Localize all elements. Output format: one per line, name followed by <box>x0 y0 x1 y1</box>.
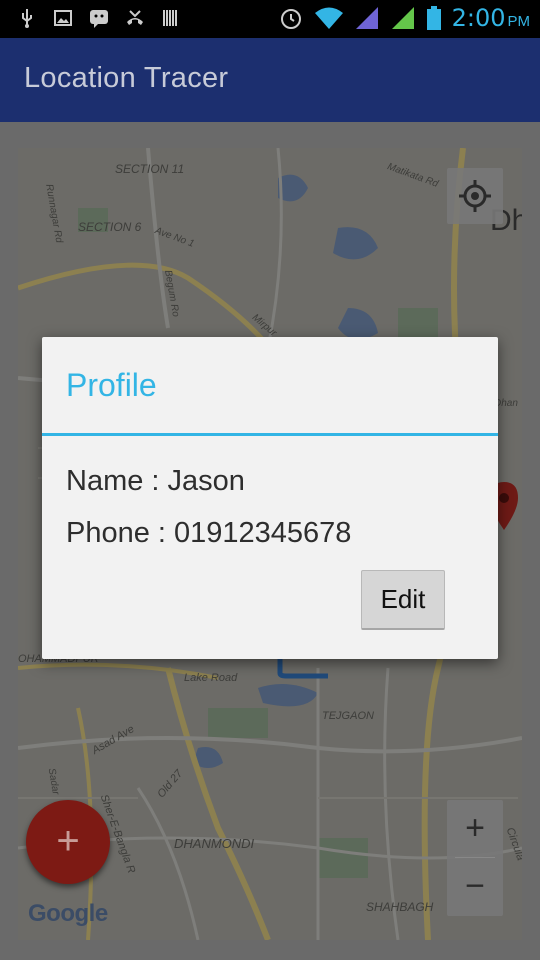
system-icons: 2:00 PM <box>278 4 530 32</box>
messenger-icon <box>90 10 108 28</box>
profile-name: Name : Jason <box>66 465 245 497</box>
dialog-title-divider <box>42 433 498 436</box>
my-location-button[interactable] <box>447 168 503 224</box>
app-bar: Location Tracer <box>0 38 540 122</box>
edit-button[interactable]: Edit <box>361 570 445 630</box>
dialog-title: Profile <box>66 367 157 403</box>
clock: 2:00 <box>451 4 506 32</box>
barcode-icon <box>163 10 177 26</box>
alarm-icon <box>280 9 301 29</box>
map-label: Lake Road <box>184 672 238 684</box>
profile-dialog: Profile Name : Jason Phone : 01912345678… <box>42 337 498 659</box>
google-logo: Google <box>28 900 108 927</box>
battery-icon <box>426 6 441 30</box>
notification-icons <box>16 7 182 29</box>
usb-icon <box>22 9 32 28</box>
my-location-icon <box>459 180 491 212</box>
clock-ampm: PM <box>507 13 531 30</box>
signal-icon <box>391 7 414 29</box>
missed-call-icon <box>127 10 143 25</box>
zoom-in-button[interactable]: + <box>447 800 503 857</box>
map-label: TEJGAON <box>322 710 374 722</box>
app-title: Location Tracer <box>24 62 229 94</box>
zoom-out-button[interactable]: − <box>447 858 503 915</box>
map-label: SECTION 11 <box>115 162 185 176</box>
image-icon <box>54 10 72 26</box>
profile-phone: Phone : 01912345678 <box>66 517 352 549</box>
map-label: DHANMONDI <box>174 836 255 851</box>
map-label: SECTION 6 <box>78 220 142 234</box>
zoom-controls: + − <box>447 800 503 916</box>
status-bar: 2:00 PM <box>0 0 540 38</box>
signal-icon <box>355 7 378 29</box>
map-label: SHAHBAGH <box>366 900 434 914</box>
add-fab-button[interactable]: + <box>26 800 110 884</box>
wifi-icon <box>314 7 343 29</box>
